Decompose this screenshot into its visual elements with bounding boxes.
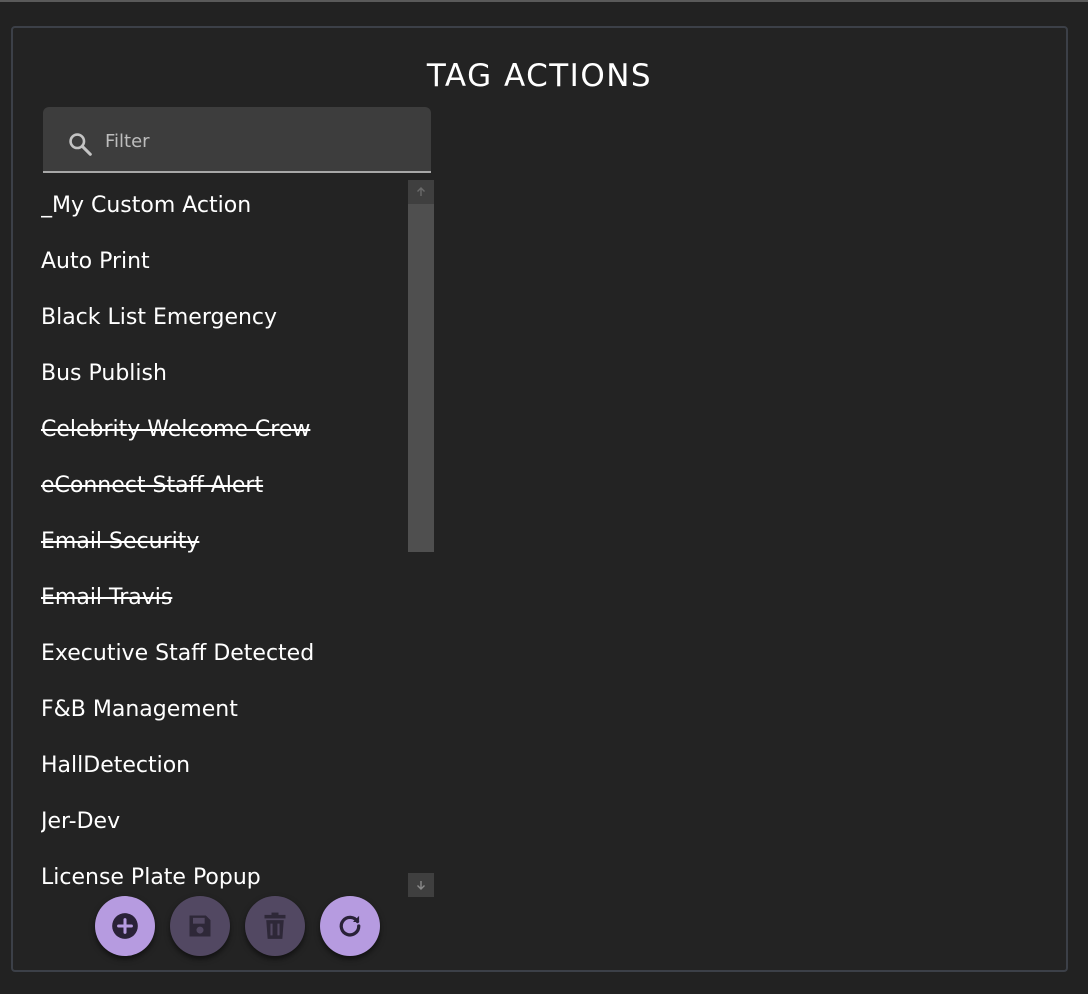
list-item[interactable]: Jer-Dev bbox=[41, 794, 411, 850]
list-item[interactable]: Executive Staff Detected bbox=[41, 626, 411, 682]
list-item[interactable]: Auto Print bbox=[41, 234, 411, 290]
list-item[interactable]: eConnect Staff Alert bbox=[41, 458, 411, 514]
delete-action-button[interactable] bbox=[245, 896, 305, 956]
list-item[interactable]: Email Travis bbox=[41, 570, 411, 626]
list-item[interactable]: _My Custom Action bbox=[41, 178, 411, 234]
refresh-button[interactable] bbox=[320, 896, 380, 956]
search-icon bbox=[69, 133, 92, 156]
add-action-button[interactable] bbox=[95, 896, 155, 956]
list-item[interactable]: Email Security bbox=[41, 514, 411, 570]
trash-icon bbox=[264, 912, 286, 939]
tag-action-list: _My Custom Action Auto Print Black List Em… bbox=[41, 178, 411, 892]
tag-actions-panel: TAG ACTIONS _My Custom ActionAuto PrintB… bbox=[11, 26, 1068, 972]
filter-field[interactable] bbox=[43, 107, 431, 173]
scroll-down-button[interactable] bbox=[408, 873, 434, 897]
list-scrollbar[interactable] bbox=[408, 180, 434, 897]
scroll-up-button[interactable] bbox=[408, 180, 434, 204]
filter-input[interactable] bbox=[105, 125, 405, 157]
list-item[interactable]: Black List Emergency bbox=[41, 290, 411, 346]
list-item[interactable]: Bus Publish bbox=[41, 346, 411, 402]
arrow-down-icon bbox=[417, 881, 425, 890]
plus-circle-icon bbox=[112, 913, 138, 939]
list-item[interactable]: HallDetection bbox=[41, 738, 411, 794]
save-action-button[interactable] bbox=[170, 896, 230, 956]
floppy-disk-icon bbox=[189, 915, 211, 937]
app-window: TAG ACTIONS _My Custom ActionAuto PrintB… bbox=[0, 0, 1088, 994]
list-item[interactable]: Celebrity Welcome Crew bbox=[41, 402, 411, 458]
arrow-up-icon bbox=[417, 187, 425, 196]
refresh-icon bbox=[339, 915, 361, 937]
list-item[interactable]: License Plate Popup bbox=[41, 850, 411, 892]
page-title: TAG ACTIONS bbox=[426, 58, 653, 94]
scrollbar-thumb[interactable] bbox=[408, 180, 434, 552]
list-item[interactable]: F&B Management bbox=[41, 682, 411, 738]
